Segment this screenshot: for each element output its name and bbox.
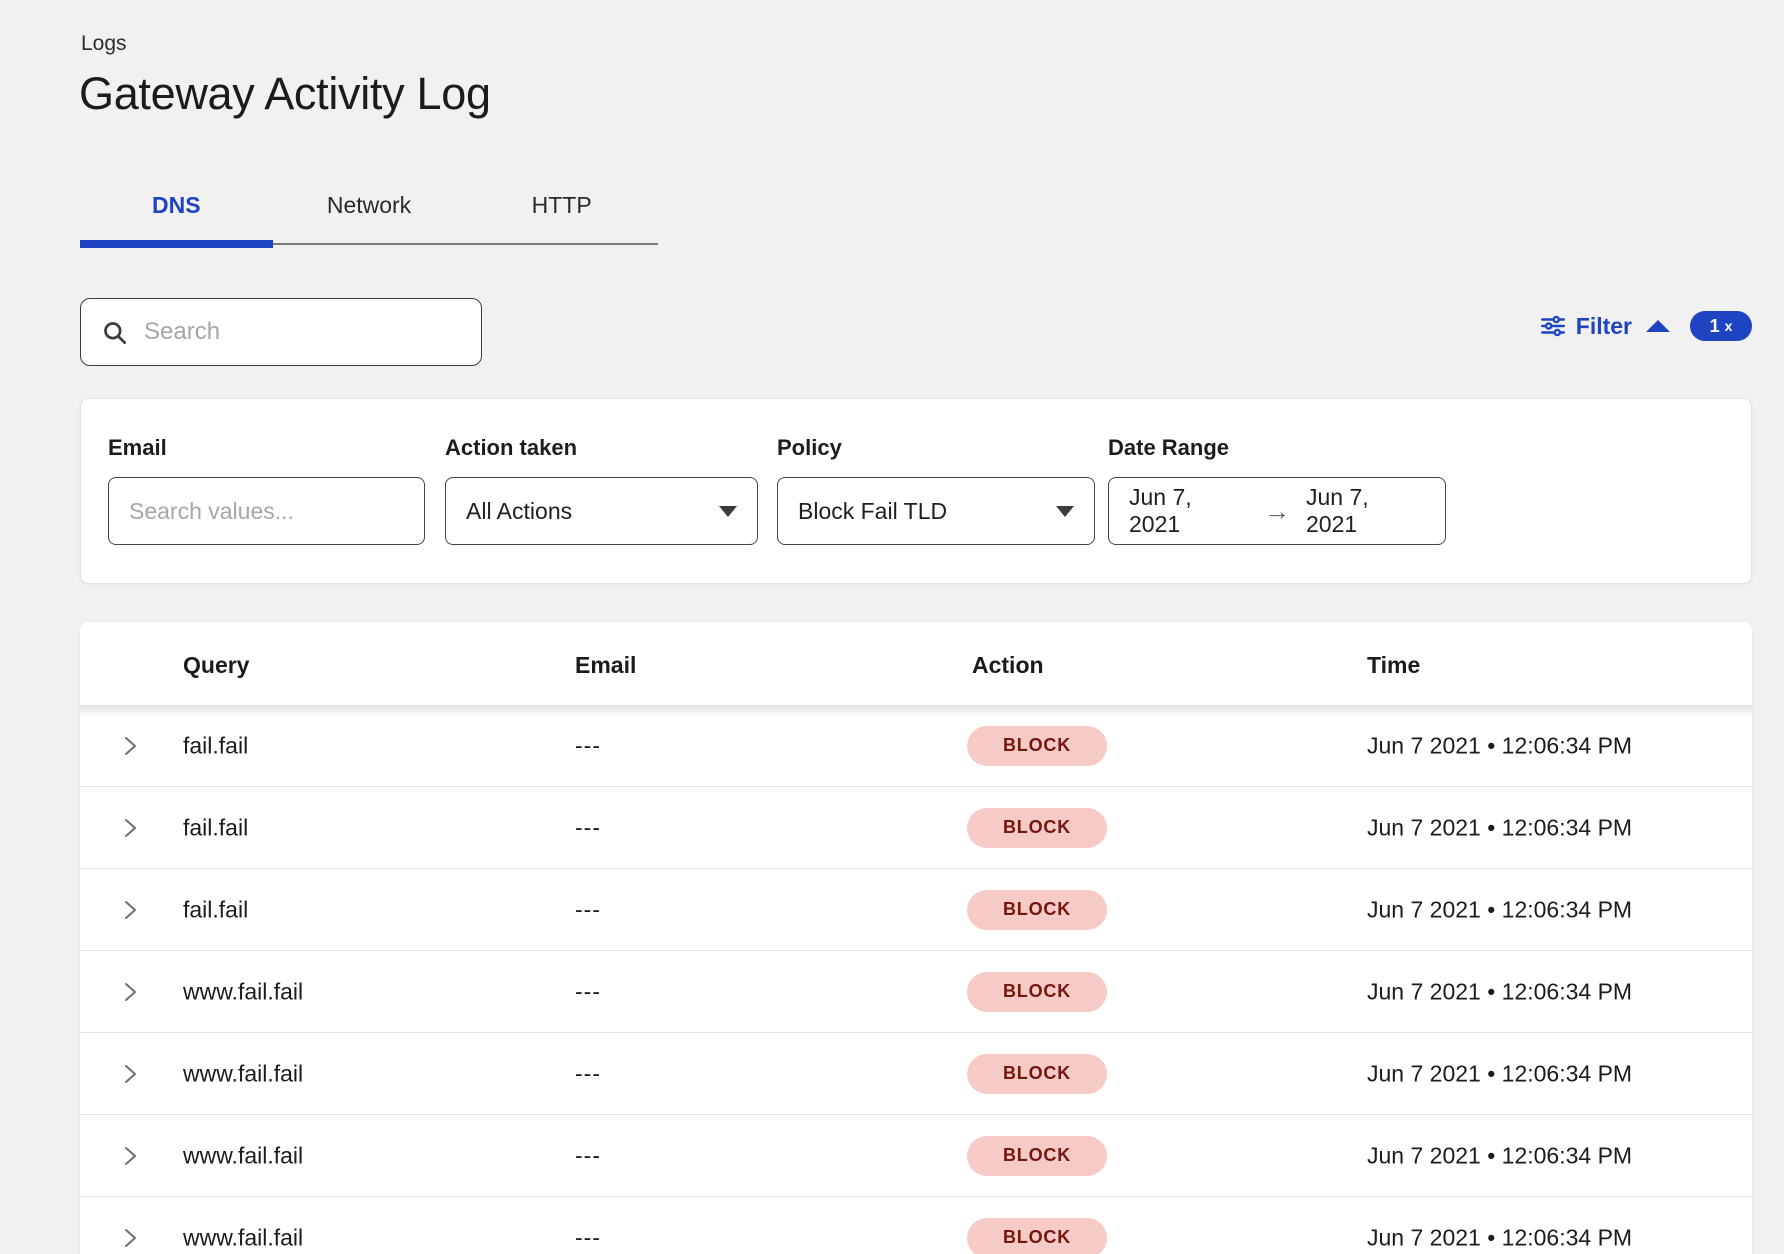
activity-log-table: Query Email Action Time fail.fail --- BL… [80, 622, 1752, 1254]
query-cell: fail.fail [183, 732, 248, 759]
email-filter-label: Email [108, 435, 167, 461]
time-cell: Jun 7 2021 • 12:06:34 PM [1367, 978, 1632, 1005]
query-cell: fail.fail [183, 814, 248, 841]
page-title: Gateway Activity Log [79, 68, 491, 120]
action-taken-label: Action taken [445, 435, 577, 461]
policy-select[interactable]: Block Fail TLD [777, 477, 1095, 545]
action-cell: BLOCK [967, 1218, 1107, 1254]
table-body: fail.fail --- BLOCK Jun 7 2021 • 12:06:3… [80, 705, 1752, 1254]
query-cell: www.fail.fail [183, 1224, 303, 1251]
query-cell: fail.fail [183, 896, 248, 923]
clear-filters-x[interactable]: x [1725, 318, 1733, 334]
table-row[interactable]: www.fail.fail --- BLOCK Jun 7 2021 • 12:… [80, 1033, 1752, 1115]
email-cell: --- [575, 814, 601, 841]
expand-row-chevron-icon[interactable] [118, 734, 142, 758]
time-cell: Jun 7 2021 • 12:06:34 PM [1367, 1060, 1632, 1087]
filter-panel: Email Action taken All Actions Policy Bl… [80, 398, 1752, 584]
tab-http[interactable]: HTTP [465, 186, 658, 238]
action-cell: BLOCK [967, 890, 1107, 930]
email-cell: --- [575, 896, 601, 923]
dropdown-caret-icon [719, 506, 737, 517]
policy-value: Block Fail TLD [798, 498, 947, 525]
expand-row-chevron-icon[interactable] [118, 816, 142, 840]
action-cell: BLOCK [967, 808, 1107, 848]
filter-sliders-icon [1540, 313, 1566, 339]
email-cell: --- [575, 1060, 601, 1087]
expand-row-chevron-icon[interactable] [118, 1226, 142, 1250]
table-row[interactable]: fail.fail --- BLOCK Jun 7 2021 • 12:06:3… [80, 869, 1752, 951]
block-action-badge: BLOCK [967, 808, 1107, 848]
collapse-caret-icon[interactable] [1646, 320, 1670, 332]
block-action-badge: BLOCK [967, 726, 1107, 766]
dropdown-caret-icon [1056, 506, 1074, 517]
time-cell: Jun 7 2021 • 12:06:34 PM [1367, 732, 1632, 759]
time-cell: Jun 7 2021 • 12:06:34 PM [1367, 1224, 1632, 1251]
column-header-email: Email [575, 652, 636, 679]
time-cell: Jun 7 2021 • 12:06:34 PM [1367, 814, 1632, 841]
table-row[interactable]: fail.fail --- BLOCK Jun 7 2021 • 12:06:3… [80, 705, 1752, 787]
table-row[interactable]: www.fail.fail --- BLOCK Jun 7 2021 • 12:… [80, 951, 1752, 1033]
email-cell: --- [575, 978, 601, 1005]
table-header: Query Email Action Time [80, 622, 1752, 705]
action-cell: BLOCK [967, 1136, 1107, 1176]
query-cell: www.fail.fail [183, 1142, 303, 1169]
date-range-arrow-icon: → [1264, 498, 1290, 524]
date-range-picker[interactable]: Jun 7, 2021 → Jun 7, 2021 [1108, 477, 1446, 545]
time-cell: Jun 7 2021 • 12:06:34 PM [1367, 1142, 1632, 1169]
active-filter-count-badge[interactable]: 1 x [1690, 311, 1752, 341]
email-cell: --- [575, 1142, 601, 1169]
block-action-badge: BLOCK [967, 1054, 1107, 1094]
column-header-time: Time [1367, 652, 1420, 679]
action-cell: BLOCK [967, 726, 1107, 766]
column-header-action: Action [972, 652, 1044, 679]
action-cell: BLOCK [967, 972, 1107, 1012]
block-action-badge: BLOCK [967, 1136, 1107, 1176]
tab-dns[interactable]: DNS [80, 186, 273, 238]
active-tab-indicator [80, 240, 273, 248]
log-type-tabs: DNS Network HTTP [80, 186, 658, 250]
expand-row-chevron-icon[interactable] [118, 980, 142, 1004]
filter-controls: Filter 1 x [1540, 308, 1752, 344]
expand-row-chevron-icon[interactable] [118, 1144, 142, 1168]
search-icon [101, 319, 128, 346]
email-filter-box[interactable] [108, 477, 425, 545]
table-row[interactable]: fail.fail --- BLOCK Jun 7 2021 • 12:06:3… [80, 787, 1752, 869]
action-cell: BLOCK [967, 1054, 1107, 1094]
date-range-start: Jun 7, 2021 [1129, 484, 1248, 538]
time-cell: Jun 7 2021 • 12:06:34 PM [1367, 896, 1632, 923]
email-filter-input[interactable] [129, 498, 404, 525]
block-action-badge: BLOCK [967, 890, 1107, 930]
action-taken-select[interactable]: All Actions [445, 477, 758, 545]
email-cell: --- [575, 732, 601, 759]
expand-row-chevron-icon[interactable] [118, 1062, 142, 1086]
filter-count: 1 [1710, 316, 1720, 337]
table-row[interactable]: www.fail.fail --- BLOCK Jun 7 2021 • 12:… [80, 1197, 1752, 1254]
expand-row-chevron-icon[interactable] [118, 898, 142, 922]
tab-network[interactable]: Network [273, 186, 466, 238]
date-range-label: Date Range [1108, 435, 1229, 461]
search-input[interactable] [144, 318, 464, 346]
action-taken-value: All Actions [466, 498, 572, 525]
filter-toggle[interactable]: Filter [1576, 313, 1632, 340]
column-header-query: Query [183, 652, 249, 679]
search-box[interactable] [80, 298, 482, 366]
email-cell: --- [575, 1224, 601, 1251]
breadcrumb[interactable]: Logs [81, 32, 127, 56]
table-row[interactable]: www.fail.fail --- BLOCK Jun 7 2021 • 12:… [80, 1115, 1752, 1197]
query-cell: www.fail.fail [183, 1060, 303, 1087]
query-cell: www.fail.fail [183, 978, 303, 1005]
date-range-end: Jun 7, 2021 [1306, 484, 1425, 538]
block-action-badge: BLOCK [967, 1218, 1107, 1254]
block-action-badge: BLOCK [967, 972, 1107, 1012]
policy-label: Policy [777, 435, 842, 461]
